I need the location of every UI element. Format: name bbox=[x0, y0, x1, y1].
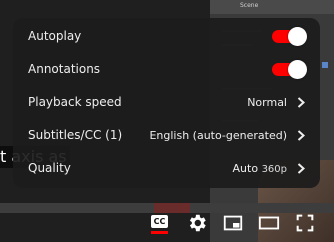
chevron-right-icon bbox=[297, 130, 305, 141]
miniplayer-button[interactable] bbox=[222, 212, 244, 234]
theater-mode-button[interactable] bbox=[258, 212, 280, 234]
subtitles-active-indicator bbox=[151, 231, 168, 234]
quality-value-mode: Auto bbox=[232, 162, 259, 175]
playback-speed-value: Normal bbox=[247, 96, 287, 109]
annotations-toggle[interactable] bbox=[270, 60, 307, 79]
chevron-right-icon bbox=[297, 97, 305, 108]
autoplay-label: Autoplay bbox=[28, 29, 82, 43]
fullscreen-icon bbox=[296, 214, 314, 232]
video-panel-title: Scene bbox=[240, 2, 259, 9]
annotations-toggle-knob bbox=[288, 60, 307, 79]
settings-menu: Autoplay Annotations Playback speed Norm… bbox=[13, 18, 320, 188]
settings-button[interactable] bbox=[186, 212, 208, 234]
fullscreen-button[interactable] bbox=[294, 212, 316, 234]
quality-value-resolution: 360p bbox=[261, 164, 287, 175]
video-panel-checkbox bbox=[322, 62, 328, 68]
autoplay-toggle[interactable] bbox=[270, 27, 307, 46]
theater-mode-icon bbox=[258, 216, 280, 230]
playback-speed-label: Playback speed bbox=[28, 95, 122, 109]
quality-value: Auto 360p bbox=[233, 152, 287, 186]
playback-speed-row[interactable]: Playback speed Normal bbox=[13, 86, 320, 119]
subtitles-row[interactable]: Subtitles/CC (1) English (auto-generated… bbox=[13, 119, 320, 152]
subtitles-button[interactable]: CC bbox=[149, 212, 170, 234]
miniplayer-icon bbox=[223, 215, 243, 231]
annotations-label: Annotations bbox=[28, 62, 101, 76]
settings-gear-icon bbox=[189, 214, 206, 232]
subtitles-value: English (auto-generated) bbox=[149, 129, 287, 142]
video-panel-header: Scene bbox=[210, 0, 334, 14]
quality-label: Quality bbox=[28, 161, 71, 175]
player-controls: CC bbox=[0, 205, 334, 242]
subtitles-icon: CC bbox=[151, 215, 168, 228]
chevron-right-icon bbox=[297, 163, 305, 174]
autoplay-row[interactable]: Autoplay bbox=[13, 20, 320, 53]
autoplay-toggle-knob bbox=[288, 27, 307, 46]
annotations-row[interactable]: Annotations bbox=[13, 53, 320, 86]
subtitles-label: Subtitles/CC (1) bbox=[28, 128, 123, 142]
quality-row[interactable]: Quality Auto 360p bbox=[13, 152, 320, 185]
